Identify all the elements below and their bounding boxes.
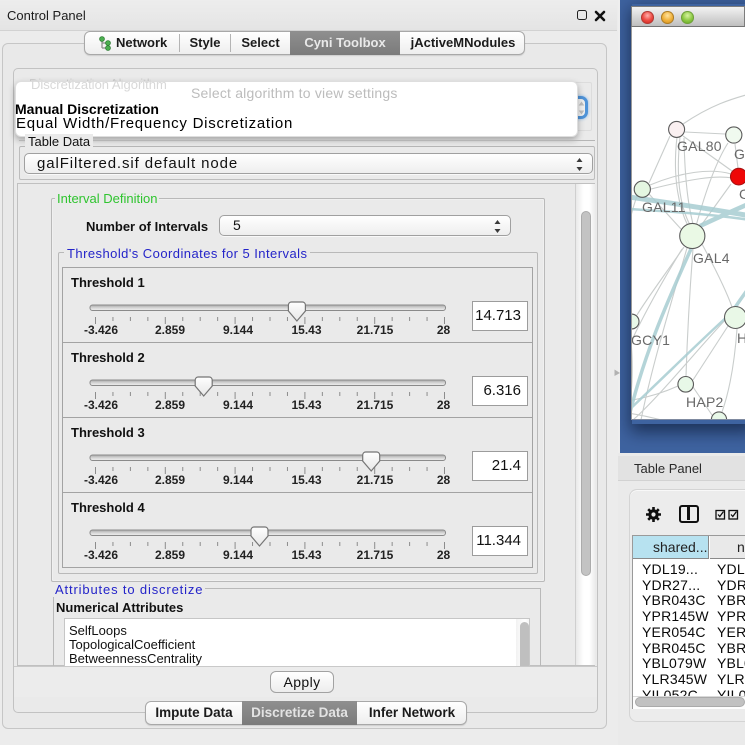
svg-text:HAP2: HAP2: [686, 394, 724, 410]
svg-text:GAL11: GAL11: [642, 199, 686, 215]
svg-text:H: H: [737, 330, 745, 346]
svg-text:GAL4: GAL4: [693, 250, 730, 266]
svg-text:GAL80: GAL80: [677, 138, 722, 154]
svg-text:GCY1: GCY1: [632, 332, 670, 348]
svg-text:GA: GA: [734, 146, 745, 162]
svg-text:C: C: [739, 186, 745, 202]
